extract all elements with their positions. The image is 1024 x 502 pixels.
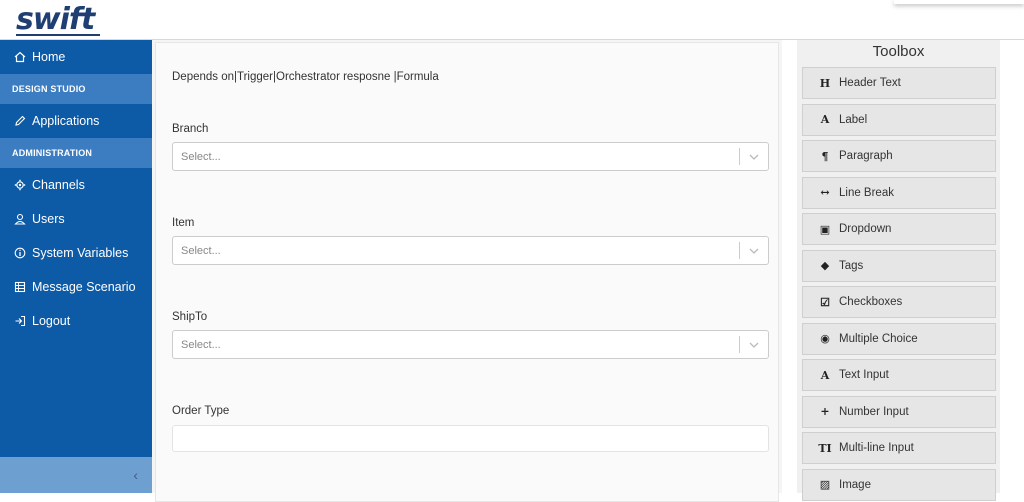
shipto-label: ShipTo	[172, 311, 208, 323]
logo-underline	[16, 34, 100, 36]
tool-checkboxes[interactable]: ☑ Checkboxes	[802, 286, 996, 318]
font-icon: A	[820, 113, 830, 126]
home-icon	[12, 51, 28, 63]
paragraph-icon: ¶	[821, 149, 829, 163]
branch-label: Branch	[172, 123, 209, 135]
tool-multi-line-input[interactable]: TI Multi-line Input	[802, 432, 996, 464]
toolbox-panel: Toolbox H Header Text A Label ¶ Paragrap…	[797, 40, 1000, 501]
depends-on-text: Depends on|Trigger|Orchestrator resposne…	[172, 71, 439, 83]
sidebar-item-label: Users	[32, 212, 65, 226]
tool-header-text[interactable]: H Header Text	[802, 67, 996, 99]
sidebar-item-channels[interactable]: Channels	[0, 168, 152, 202]
tool-paragraph[interactable]: ¶ Paragraph	[802, 140, 996, 172]
gear-icon	[12, 179, 28, 191]
order-type-label: Order Type	[172, 405, 230, 417]
user-icon	[12, 213, 28, 225]
sidebar-item-label: System Variables	[32, 246, 129, 260]
sidebar-item-label: Logout	[32, 314, 71, 328]
section-header-administration: ADMINISTRATION	[0, 138, 152, 168]
tool-line-break[interactable]: ↔ Line Break	[802, 176, 996, 209]
tool-multiple-choice[interactable]: ◉ Multiple Choice	[802, 322, 996, 355]
check-square-icon: ☑	[820, 295, 830, 309]
sidebar-item-users[interactable]: Users	[0, 202, 152, 236]
info-icon	[12, 247, 28, 259]
order-type-input[interactable]	[172, 425, 769, 452]
tool-text-input[interactable]: A Text Input	[802, 359, 996, 391]
toolbox-title: Toolbox	[872, 43, 925, 60]
item-select-placeholder: Select...	[181, 244, 221, 257]
font-icon: A	[820, 368, 830, 382]
table-icon	[12, 281, 28, 293]
tool-label: Line Break	[839, 186, 894, 199]
chevron-down-icon[interactable]	[740, 248, 768, 254]
tool-number-input[interactable]: + Number Input	[802, 395, 996, 428]
chevron-down-icon[interactable]	[740, 154, 768, 160]
chevron-down-icon[interactable]	[740, 342, 768, 348]
tool-label: Dropdown	[839, 223, 892, 235]
sidebar-item-label: Channels	[32, 178, 85, 192]
sidebar-item-system-variables[interactable]: System Variables	[0, 236, 152, 270]
image-icon: ▨	[819, 478, 831, 491]
tool-label: Image	[839, 478, 871, 491]
sidebar-item-label: Message Scenario	[32, 280, 136, 294]
shipto-select-placeholder: Select...	[181, 338, 221, 351]
logout-icon	[12, 315, 28, 327]
swift-logo[interactable]: swift	[16, 2, 95, 37]
chevron-left-icon: ‹	[133, 467, 138, 483]
header-icon: H	[819, 76, 831, 90]
sidebar-collapse-button[interactable]: ‹	[0, 457, 152, 493]
form-panel: Depends on|Trigger|Orchestrator resposne…	[155, 42, 779, 502]
form-canvas: Depends on|Trigger|Orchestrator resposne…	[152, 40, 782, 502]
section-header-design-studio: DESIGN STUDIO	[0, 74, 152, 104]
top-header: swift	[0, 0, 1024, 40]
sidebar-item-logout[interactable]: Logout	[0, 304, 152, 338]
sidebar-item-applications[interactable]: Applications	[0, 104, 152, 138]
shipto-select[interactable]: Select...	[172, 330, 769, 359]
tool-label: Multi-line Input	[839, 442, 914, 454]
branch-select-placeholder: Select...	[181, 150, 221, 163]
dot-circle-icon: ◉	[820, 332, 830, 345]
arrows-horizontal-icon: ↔	[820, 186, 830, 199]
branch-select[interactable]: Select...	[172, 142, 769, 171]
tool-image[interactable]: ▨ Image	[802, 468, 996, 501]
tool-label: Number Input	[839, 405, 909, 418]
tool-tags[interactable]: ◆ Tags	[802, 249, 996, 282]
tool-dropdown[interactable]: ▣ Dropdown	[802, 213, 996, 245]
tool-label: Multiple Choice	[839, 332, 918, 345]
pencil-icon	[12, 115, 28, 127]
sidebar-item-home[interactable]: Home	[0, 40, 152, 74]
sidebar-item-message-scenario[interactable]: Message Scenario	[0, 270, 152, 304]
sidebar: Home DESIGN STUDIO Applications ADMINIST…	[0, 40, 152, 493]
text-height-icon: TI	[818, 441, 832, 455]
caret-square-down-icon: ▣	[819, 222, 831, 236]
tool-label: Tags	[839, 259, 864, 272]
tool-label: Paragraph	[839, 150, 893, 162]
tool-label: Header Text	[839, 77, 901, 89]
top-right-shadow	[894, 0, 1024, 4]
item-select[interactable]: Select...	[172, 236, 769, 265]
tool-label[interactable]: A Label	[802, 103, 996, 136]
tags-icon: ◆	[820, 259, 830, 272]
plus-icon: +	[820, 405, 830, 418]
sidebar-item-label: Home	[32, 50, 66, 64]
tool-label: Text Input	[839, 369, 889, 381]
tool-label: Checkboxes	[839, 296, 903, 308]
item-label: Item	[172, 217, 195, 229]
sidebar-item-label: Applications	[32, 114, 100, 128]
tool-label: Label	[839, 113, 868, 126]
right-margin	[1000, 40, 1024, 493]
